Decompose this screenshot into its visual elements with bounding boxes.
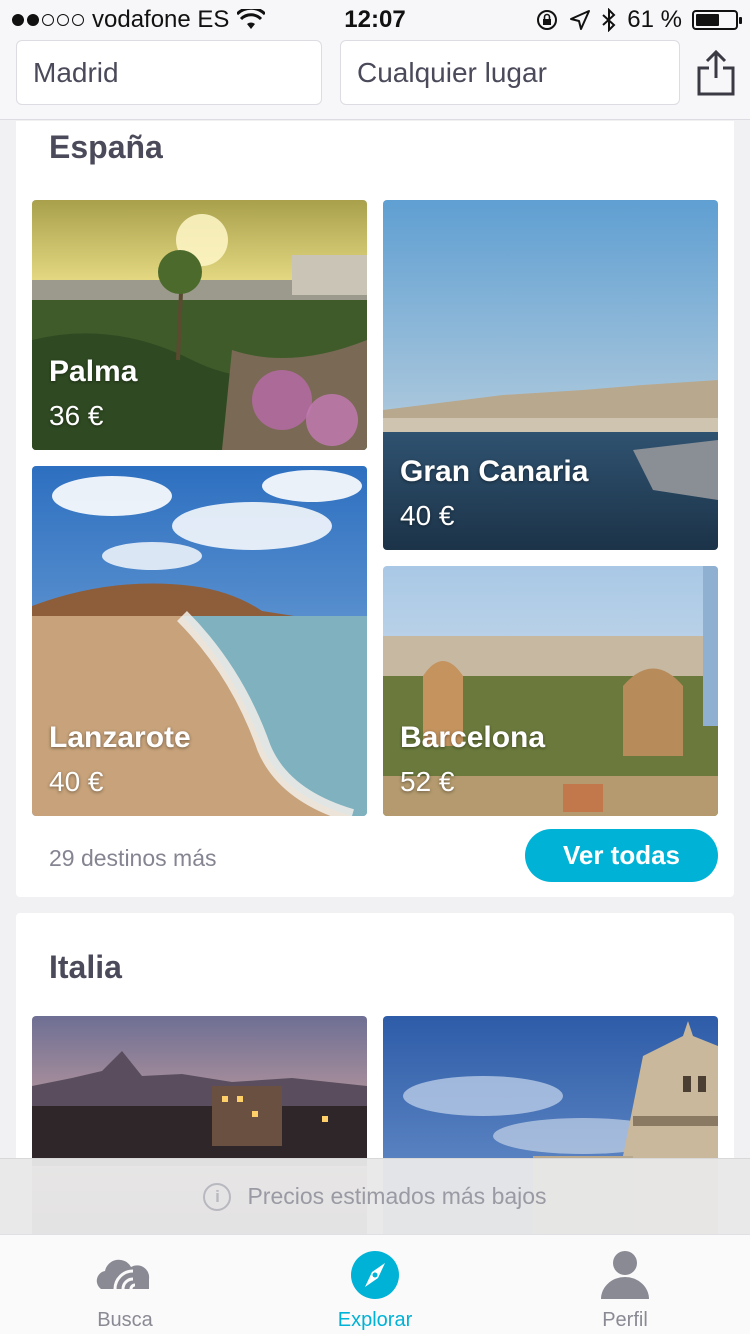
view-all-button[interactable]: Ver todas	[525, 829, 718, 882]
location-arrow-icon	[570, 10, 591, 30]
destination-name: Barcelona	[400, 721, 546, 754]
tab-label: Explorar	[337, 1309, 413, 1331]
info-icon: i	[203, 1182, 232, 1211]
destination-name: Gran Canaria	[400, 455, 589, 488]
gran-canaria-photo	[383, 200, 718, 550]
section-title: España	[49, 129, 163, 165]
battery-icon	[692, 10, 742, 30]
more-destinations-text: 29 destinos más	[49, 845, 217, 871]
destination-tile-barcelona[interactable]: Barcelona 52 €	[383, 566, 718, 816]
signal-strength-icon	[12, 14, 84, 26]
share-icon[interactable]	[694, 48, 738, 98]
person-icon	[601, 1251, 649, 1299]
destination-price: 40 €	[400, 500, 455, 531]
destination-tile-palma[interactable]: Palma 36 €	[32, 200, 367, 450]
destination-tile-lanzarote[interactable]: Lanzarote 40 €	[32, 466, 367, 816]
rotation-lock-icon	[537, 10, 558, 30]
price-notice-bar: i Precios estimados más bajos	[0, 1158, 750, 1234]
destination-tile-gran-canaria[interactable]: Gran Canaria 40 €	[383, 200, 718, 550]
explore-feed[interactable]: España Palma 36 € Gran Canaria 40 € Lanz…	[0, 121, 750, 1234]
wifi-icon	[237, 9, 266, 29]
bluetooth-icon	[602, 8, 616, 32]
tab-perfil[interactable]: Perfil	[500, 1235, 750, 1334]
section-title: Italia	[49, 949, 122, 985]
tab-label: Busca	[97, 1309, 153, 1331]
section-card-spain: España Palma 36 € Gran Canaria 40 € Lanz…	[16, 121, 734, 897]
cloud-wifi-icon	[96, 1259, 150, 1290]
destination-price: 52 €	[400, 766, 455, 797]
lanzarote-photo	[32, 466, 367, 816]
destination-price: 36 €	[49, 400, 104, 431]
status-bar: vodafone ES 12:07 61 %	[0, 0, 750, 40]
destination-name: Palma	[49, 355, 138, 388]
tab-busca[interactable]: Busca	[0, 1235, 250, 1334]
battery-percent: 61 %	[627, 6, 682, 33]
destination-name: Lanzarote	[49, 721, 191, 754]
destination-price: 40 €	[49, 766, 104, 797]
status-left: vodafone ES	[12, 6, 266, 34]
price-notice-text: Precios estimados más bajos	[247, 1183, 547, 1209]
search-header: Madrid Cualquier lugar	[0, 40, 750, 120]
tab-bar: Busca Explorar Perfil	[0, 1234, 750, 1334]
carrier-label: vodafone ES	[92, 6, 230, 33]
origin-field[interactable]: Madrid	[16, 40, 322, 105]
tab-explorar[interactable]: Explorar	[250, 1235, 500, 1334]
status-right: 61 %	[535, 6, 742, 34]
compass-icon	[351, 1251, 399, 1299]
destination-field[interactable]: Cualquier lugar	[340, 40, 680, 105]
tab-label: Perfil	[602, 1309, 648, 1331]
